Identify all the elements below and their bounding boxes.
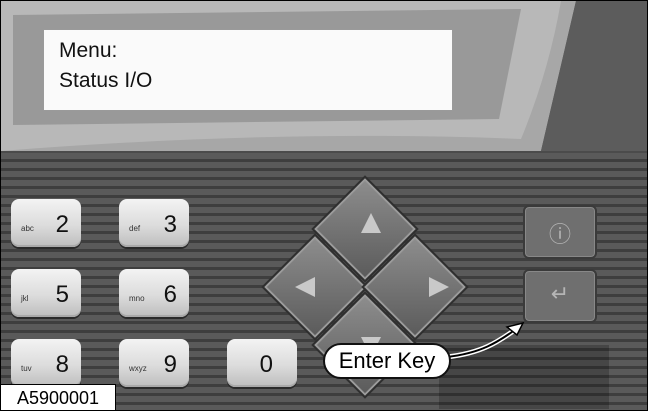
lower-recess (439, 345, 609, 409)
enter-button[interactable]: ↵ (523, 269, 597, 323)
figure-id: A5900001 (1, 384, 116, 410)
key-6[interactable]: mno 6 (119, 269, 189, 317)
info-button[interactable]: ⓘ (523, 205, 597, 259)
lcd-display: Menu: Status I/O (43, 29, 453, 111)
info-icon: ⓘ (548, 222, 571, 247)
enter-key-callout: Enter Key (323, 343, 451, 379)
key-2[interactable]: abc 2 (11, 199, 81, 247)
key-9[interactable]: wxyz 9 (119, 339, 189, 387)
key-5[interactable]: jkl 5 (11, 269, 81, 317)
device-illustration: Menu: Status I/O abc 2 def 3 jkl 5 mno 6… (0, 0, 648, 411)
lcd-line-2: Status I/O (59, 69, 153, 92)
enter-icon: ↵ (550, 281, 570, 306)
key-3[interactable]: def 3 (119, 199, 189, 247)
key-8[interactable]: tuv 8 (11, 339, 81, 387)
key-0[interactable]: 0 (227, 339, 297, 387)
lcd-line-1: Menu: (59, 39, 118, 62)
